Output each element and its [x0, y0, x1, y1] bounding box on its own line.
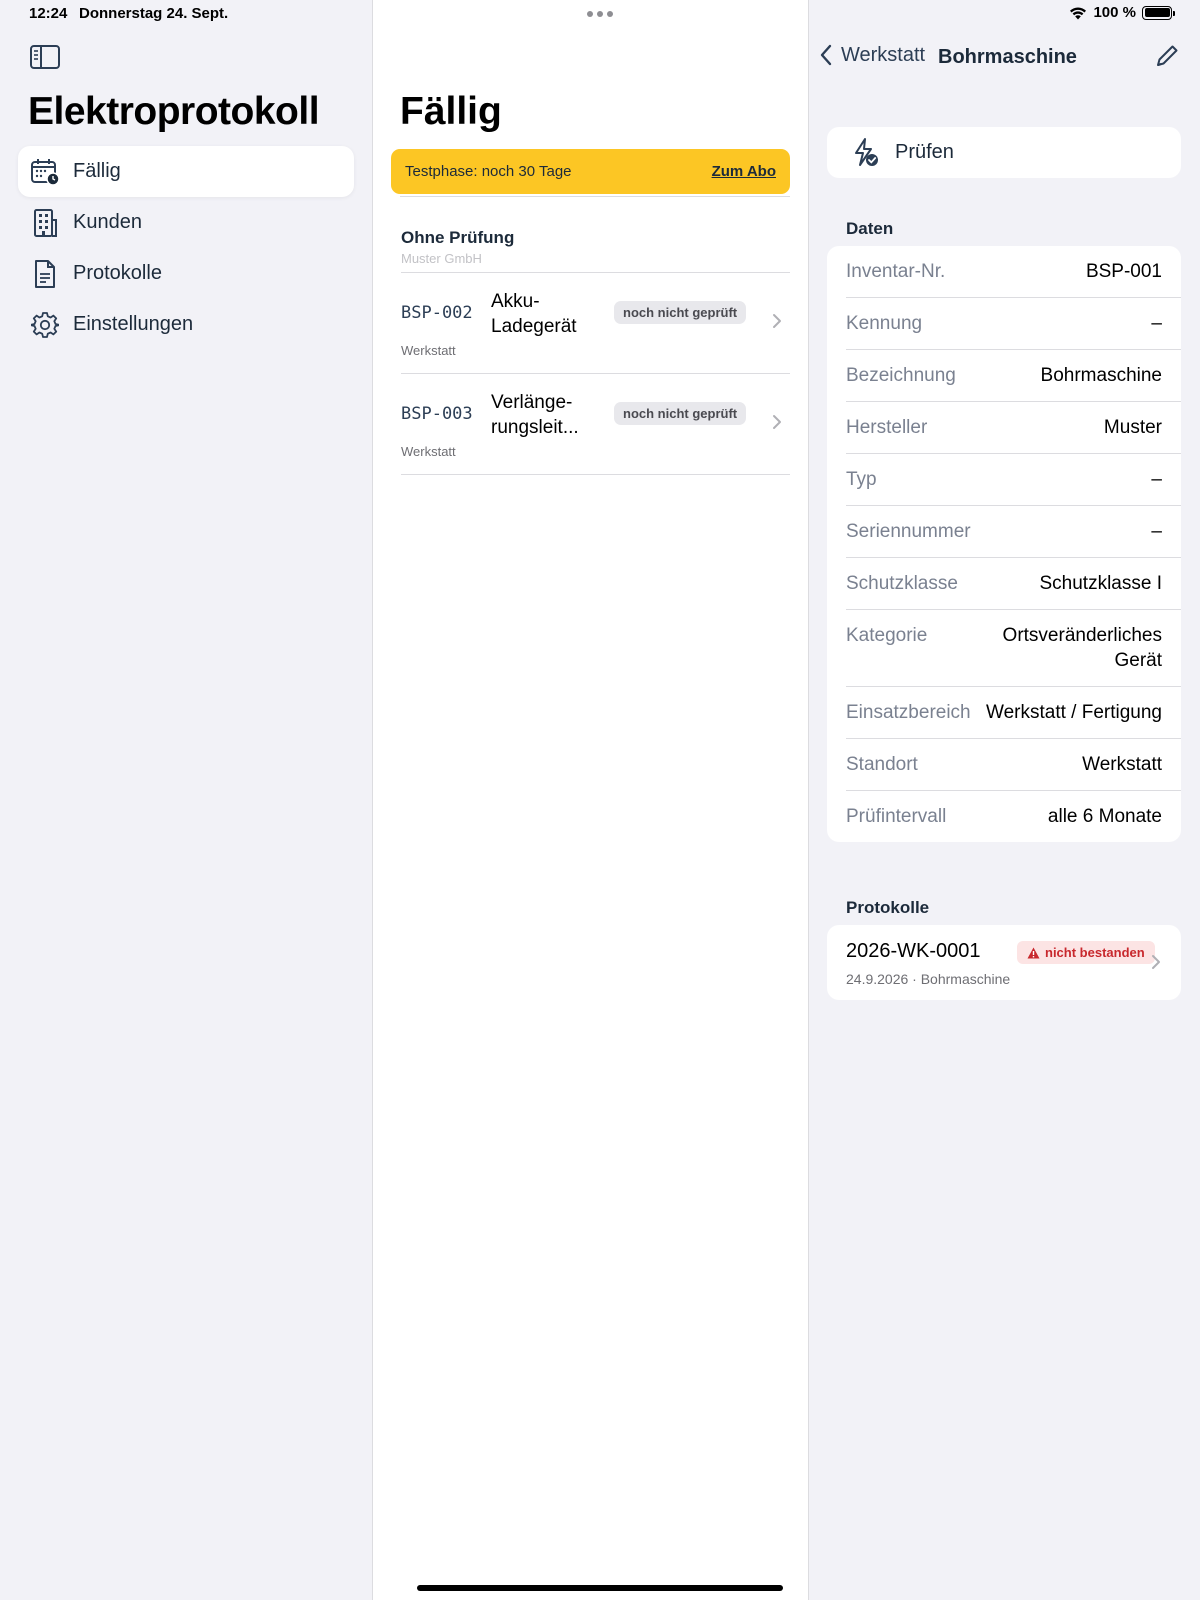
field-value: – — [1151, 313, 1162, 334]
back-label: Werkstatt — [841, 43, 926, 66]
data-row-identifier: Kennung – — [846, 298, 1181, 350]
data-section-header: Daten — [846, 219, 894, 238]
field-value: Ortsveränderliches Gerät — [1002, 625, 1162, 671]
inspect-label: Prüfen — [895, 141, 954, 163]
field-value: – — [1151, 521, 1162, 542]
list-item[interactable]: BSP-003 Verlänge-rungsleit... Werkstatt … — [401, 374, 790, 475]
data-row-category: Kategorie Ortsveränderliches Gerät — [846, 610, 1181, 687]
pencil-icon[interactable] — [1154, 43, 1180, 69]
calendar-clock-icon — [30, 157, 60, 187]
sidebar-item-label: Fällig — [73, 160, 121, 182]
chevron-right-icon — [773, 314, 781, 328]
device-name: Akku-Ladegerät — [491, 291, 577, 337]
sidebar-item-protokolle[interactable]: Protokolle — [18, 248, 354, 299]
data-row-inspection-interval: Prüfintervall alle 6 Monate — [846, 791, 1181, 842]
navigation-bar: Werkstatt Bohrmaschine — [809, 40, 1200, 74]
inspect-button[interactable]: Prüfen — [827, 127, 1181, 178]
battery-percent: 100 % — [1093, 4, 1136, 21]
device-id: BSP-002 — [401, 303, 473, 323]
field-label: Standort — [846, 754, 918, 775]
building-icon — [30, 208, 60, 238]
warning-triangle-icon — [1027, 947, 1040, 958]
data-row-area-of-use: Einsatzbereich Werkstatt / Fertigung — [846, 687, 1181, 739]
field-label: Einsatzbereich — [846, 702, 971, 723]
sidebar-item-kunden[interactable]: Kunden — [18, 197, 354, 248]
protocol-row[interactable]: 2026-WK-0001 nicht bestanden 24.9.2026 ·… — [827, 925, 1181, 1000]
field-value: alle 6 Monate — [1047, 806, 1162, 827]
field-label: Seriennummer — [846, 521, 971, 542]
device-id: BSP-003 — [401, 404, 473, 424]
sidebar-item-label: Protokolle — [73, 262, 162, 284]
status-badge: nicht bestanden — [1017, 941, 1155, 964]
chevron-right-icon — [773, 415, 781, 429]
section-subtitle: Muster GmbH — [401, 251, 482, 266]
status-time: 12:24 — [29, 5, 68, 22]
data-row-designation: Bezeichnung Bohrmaschine — [846, 350, 1181, 402]
field-value: Schutzklasse I — [1039, 573, 1163, 594]
detail-title: Bohrmaschine — [938, 46, 1077, 68]
status-badge: noch nicht geprüft — [614, 301, 747, 324]
field-value: Werkstatt — [1082, 754, 1162, 775]
sidebar-toggle-icon[interactable] — [30, 45, 60, 69]
status-badge: noch nicht geprüft — [614, 402, 747, 425]
protocols-section-header: Protokolle — [846, 898, 930, 917]
device-name: Verlänge-rungsleit... — [491, 392, 579, 438]
field-label: Kategorie — [846, 625, 928, 646]
trial-banner: Testphase: noch 30 Tage Zum Abo — [391, 149, 790, 194]
section-title: Ohne Prüfung — [401, 228, 515, 247]
field-label: Hersteller — [846, 417, 928, 438]
data-row-protection-class: Schutzklasse Schutzklasse I — [846, 558, 1181, 610]
sidebar-item-einstellungen[interactable]: Einstellungen — [18, 299, 354, 350]
device-detail-pane: Werkstatt Bohrmaschine Prüfen Daten Inve… — [809, 0, 1200, 1600]
page-title: Fällig — [400, 90, 502, 133]
back-button[interactable]: Werkstatt — [819, 43, 925, 67]
subscribe-link[interactable]: Zum Abo — [712, 163, 776, 180]
chevron-left-icon — [820, 44, 832, 66]
field-value: Werkstatt / Fertigung — [986, 702, 1162, 723]
field-label: Typ — [846, 469, 877, 490]
protocol-subtitle: 24.9.2026 · Bohrmaschine — [846, 971, 1011, 987]
sidebar: Elektroprotokoll Fällig Kunden Protokoll… — [0, 0, 373, 1600]
data-row-location: Standort Werkstatt — [846, 739, 1181, 791]
field-label: Inventar-Nr. — [846, 261, 946, 282]
chevron-right-icon — [1152, 955, 1160, 969]
due-list-pane: Fällig Testphase: noch 30 Tage Zum Abo O… — [373, 0, 809, 1600]
field-value: – — [1151, 469, 1162, 490]
battery-icon — [1142, 5, 1175, 20]
device-list: BSP-002 Akku-Ladegerät Werkstatt noch ni… — [401, 272, 790, 475]
field-label: Kennung — [846, 313, 923, 334]
status-date: Donnerstag 24. Sept. — [79, 5, 229, 22]
sidebar-nav: Fällig Kunden Protokolle Einstellungen — [18, 146, 354, 350]
app-title: Elektroprotokoll — [28, 90, 320, 133]
status-badge-label: nicht bestanden — [1045, 945, 1145, 960]
divider — [400, 196, 790, 197]
data-row-inventory-number: Inventar-Nr. BSP-001 — [846, 246, 1181, 298]
data-row-type: Typ – — [846, 454, 1181, 506]
home-indicator[interactable] — [417, 1585, 783, 1591]
gear-icon — [30, 310, 60, 340]
bolt-check-icon — [855, 137, 878, 166]
data-row-manufacturer: Hersteller Muster — [846, 402, 1181, 454]
field-label: Schutzklasse — [846, 573, 958, 594]
document-icon — [30, 259, 60, 289]
wifi-icon — [1070, 6, 1087, 19]
field-value: Muster — [1103, 417, 1162, 438]
field-label: Prüfintervall — [846, 806, 947, 827]
status-bar: 12:24 Donnerstag 24. Sept. 100 % — [0, 0, 1200, 28]
sidebar-item-label: Kunden — [73, 211, 142, 233]
trial-text: Testphase: noch 30 Tage — [405, 163, 572, 180]
data-card: Inventar-Nr. BSP-001 Kennung – Bezeichnu… — [827, 246, 1181, 842]
data-row-serial-number: Seriennummer – — [846, 506, 1181, 558]
field-label: Bezeichnung — [846, 365, 956, 386]
device-location: Werkstatt — [401, 343, 456, 358]
field-value: Bohrmaschine — [1040, 365, 1162, 386]
sidebar-item-label: Einstellungen — [73, 313, 194, 335]
status-indicators: 100 % — [1069, 4, 1175, 21]
sidebar-item-faellig[interactable]: Fällig — [18, 146, 354, 197]
device-location: Werkstatt — [401, 444, 456, 459]
protocol-id: 2026-WK-0001 — [846, 940, 981, 962]
list-item[interactable]: BSP-002 Akku-Ladegerät Werkstatt noch ni… — [401, 273, 790, 374]
field-value: BSP-001 — [1085, 261, 1162, 282]
